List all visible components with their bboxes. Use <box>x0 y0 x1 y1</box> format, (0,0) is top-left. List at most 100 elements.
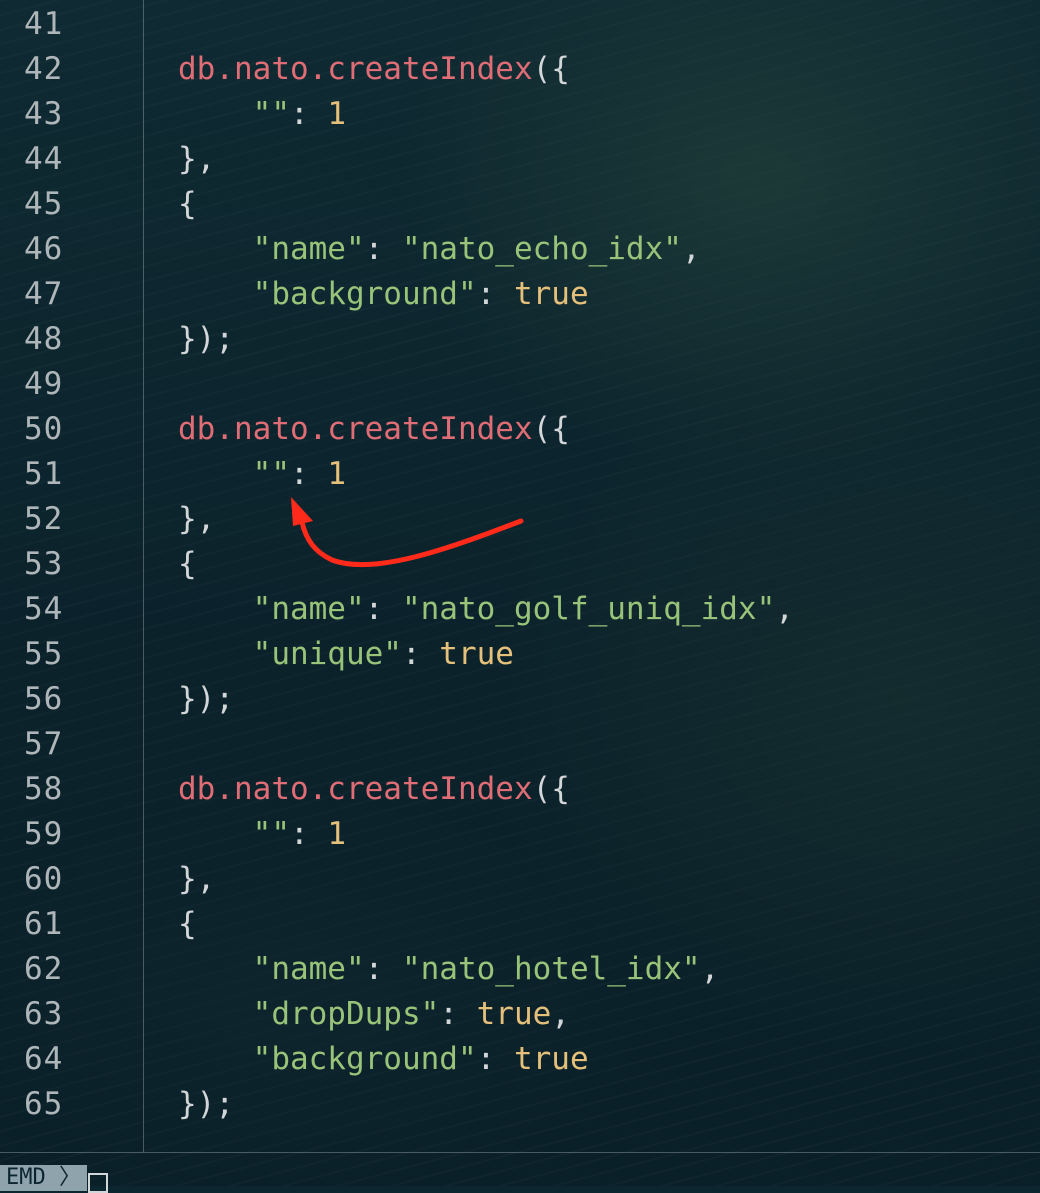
code-line[interactable]: 48}); <box>0 317 1040 362</box>
code-line[interactable]: 63 "dropDups": true, <box>0 992 1040 1037</box>
code-content[interactable]: "background": true <box>178 1037 589 1082</box>
code-token-punc: : <box>439 996 477 1032</box>
code-content[interactable]: }, <box>178 857 215 902</box>
code-line[interactable]: 59 "": 1 <box>0 812 1040 857</box>
code-line[interactable]: 65}); <box>0 1082 1040 1127</box>
status-bar: EMD 〉 <box>0 1153 1040 1193</box>
code-line[interactable]: 41 <box>0 2 1040 47</box>
cursor-block[interactable] <box>88 1173 108 1193</box>
code-token-num: 1 <box>327 96 346 132</box>
code-token-bool: true <box>476 996 552 1032</box>
line-number: 53 <box>24 546 64 582</box>
line-number: 42 <box>24 51 64 87</box>
code-content[interactable]: db.nato.createIndex({ <box>178 47 570 92</box>
code-line[interactable]: 46 "name": "nato_echo_idx", <box>0 227 1040 272</box>
line-number: 60 <box>24 861 64 897</box>
code-token-punc: }); <box>178 681 234 717</box>
line-number: 61 <box>24 906 64 942</box>
code-content[interactable]: "name": "nato_echo_idx", <box>178 227 701 272</box>
code-token-punc: }); <box>178 321 234 357</box>
line-number: 49 <box>24 366 64 402</box>
code-token-punc: ({ <box>532 411 570 447</box>
code-content[interactable]: }, <box>178 497 215 542</box>
code-content[interactable]: "background": true <box>178 272 589 317</box>
line-number: 54 <box>24 591 64 627</box>
code-token-punc: : <box>289 816 328 852</box>
code-token-str: "" <box>252 456 290 492</box>
code-line[interactable]: 44}, <box>0 137 1040 182</box>
line-number: 44 <box>24 141 64 177</box>
code-token-punc: : <box>364 231 402 267</box>
code-token-punc: , <box>681 231 701 267</box>
code-content[interactable]: "": 1 <box>178 92 346 137</box>
code-token-str: "unique" <box>252 636 402 672</box>
line-number: 46 <box>24 231 64 267</box>
code-content[interactable]: "name": "nato_hotel_idx", <box>178 947 720 992</box>
code-content[interactable]: }); <box>178 1082 234 1127</box>
code-line[interactable]: 60}, <box>0 857 1040 902</box>
code-content[interactable]: "": 1 <box>178 812 346 857</box>
code-token-punc: : <box>476 276 514 312</box>
code-token-bool: true <box>439 636 514 672</box>
code-line[interactable]: 42 db.nato.createIndex({ <box>0 47 1040 92</box>
code-content[interactable]: "dropDups": true, <box>178 992 570 1037</box>
line-number: 50 <box>24 411 64 447</box>
code-content[interactable]: { <box>178 182 197 227</box>
code-line[interactable]: 52}, <box>0 497 1040 542</box>
code-content[interactable]: }); <box>178 677 234 722</box>
code-token-str: "nato_hotel_idx" <box>401 951 701 987</box>
code-token-num: 1 <box>327 456 346 492</box>
code-content[interactable]: db.nato.createIndex({ <box>178 767 570 812</box>
code-line[interactable]: 50 db.nato.createIndex({ <box>0 407 1040 452</box>
code-token-punc: : <box>364 951 402 987</box>
code-content[interactable]: }); <box>178 317 234 362</box>
code-token-str: "" <box>252 816 290 852</box>
code-editor[interactable]: 41 42 db.nato.createIndex({43 "": 1 44}, 45{… <box>0 0 1040 1152</box>
code-line[interactable]: 49 <box>0 362 1040 407</box>
code-line[interactable]: 58 db.nato.createIndex({ <box>0 767 1040 812</box>
code-line[interactable]: 43 "": 1 <box>0 92 1040 137</box>
line-number: 47 <box>24 276 64 312</box>
code-line[interactable]: 54 "name": "nato_golf_uniq_idx", <box>0 587 1040 632</box>
code-token-punc: { <box>178 906 197 942</box>
code-token-str: "name" <box>252 231 365 267</box>
code-content[interactable]: "unique": true <box>178 632 514 677</box>
code-content[interactable]: "": 1 <box>178 452 346 497</box>
code-line[interactable]: 56}); <box>0 677 1040 722</box>
code-token-punc: , <box>775 591 794 627</box>
code-token-punc: : <box>476 1041 514 1077</box>
code-token-str: "background" <box>252 1041 477 1077</box>
code-token-punc: : <box>401 636 440 672</box>
code-token-punc: { <box>178 546 197 582</box>
code-token-punc: ({ <box>532 771 570 807</box>
code-line[interactable]: 57 <box>0 722 1040 767</box>
code-content[interactable]: }, <box>178 137 215 182</box>
code-line[interactable]: 64 "background": true <box>0 1037 1040 1082</box>
code-line[interactable]: 51 "": 1 <box>0 452 1040 497</box>
code-content[interactable]: "name": "nato_golf_uniq_idx", <box>178 587 794 632</box>
code-line[interactable]: 53 { <box>0 542 1040 587</box>
code-token-fn: db.nato.createIndex <box>178 771 533 807</box>
code-line[interactable]: 61 { <box>0 902 1040 947</box>
code-token-num: 1 <box>327 816 346 852</box>
code-content[interactable]: db.nato.createIndex({ <box>178 407 570 452</box>
code-line[interactable]: 62 "name": "nato_hotel_idx", <box>0 947 1040 992</box>
code-content[interactable]: { <box>178 902 197 947</box>
code-token-fn: db.nato.createIndex <box>178 411 533 447</box>
code-token-str: "name" <box>252 591 365 627</box>
code-line[interactable]: 55 "unique": true <box>0 632 1040 677</box>
code-line[interactable]: 45 { <box>0 182 1040 227</box>
code-line[interactable]: 47 "background": true <box>0 272 1040 317</box>
code-token-str: "nato_golf_uniq_idx" <box>401 591 776 627</box>
code-token-bool: true <box>513 1041 589 1077</box>
code-token-punc: }, <box>178 861 216 897</box>
line-number: 51 <box>24 456 64 492</box>
code-content[interactable]: { <box>178 542 197 587</box>
